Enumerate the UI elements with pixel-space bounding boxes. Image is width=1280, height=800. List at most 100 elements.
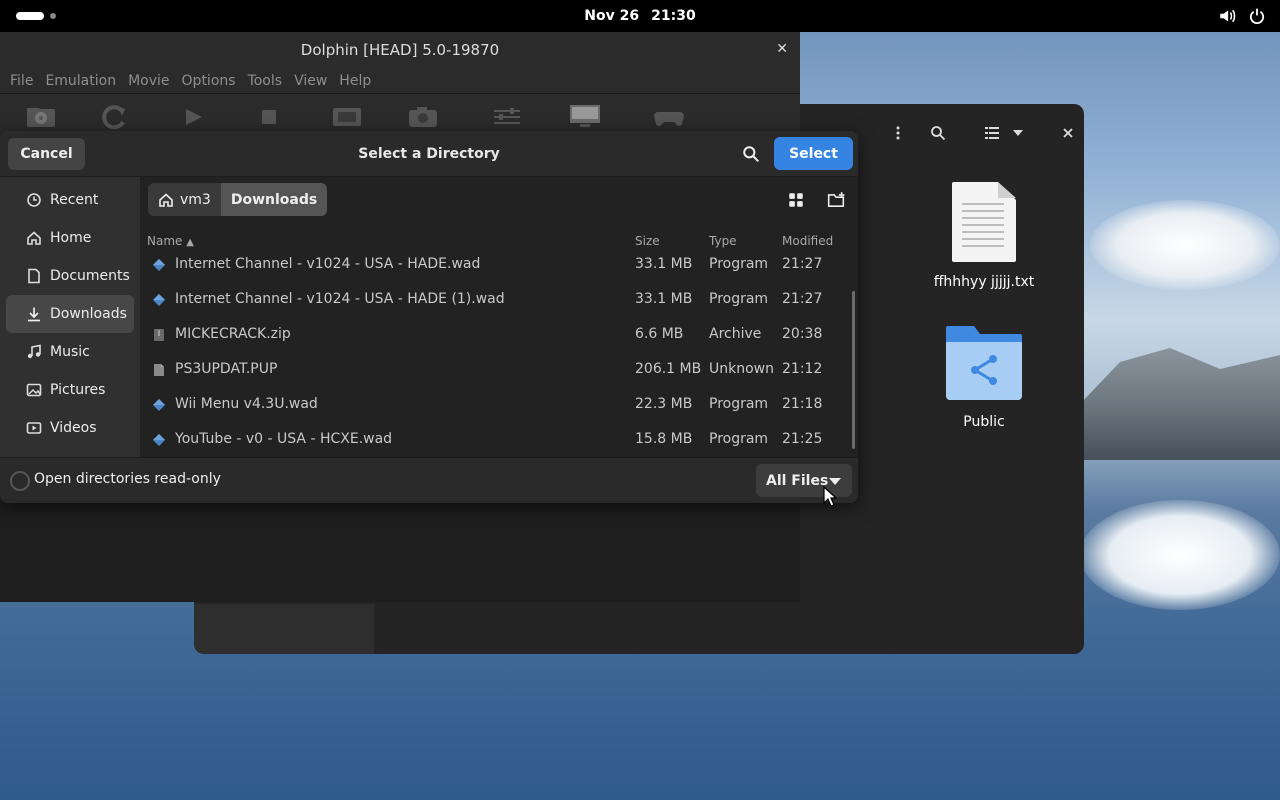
system-tray[interactable] <box>1218 7 1266 29</box>
menu-emulation[interactable]: Emulation <box>39 73 122 89</box>
dialog-header: Select a Directory Cancel Select <box>0 131 858 177</box>
sidebar-item-label: Pictures <box>50 382 106 398</box>
file-modified: 21:27 <box>782 291 823 307</box>
clock-time: 21:30 <box>651 8 696 24</box>
file-modified: 21:18 <box>782 396 823 412</box>
close-icon[interactable]: ✕ <box>776 41 788 57</box>
file-name: Internet Channel - v1024 - USA - HADE.wa… <box>175 256 481 272</box>
table-row[interactable]: Internet Channel - v1024 - USA - HADE.wa… <box>140 253 858 288</box>
sidebar-item-home[interactable]: Home <box>6 219 134 257</box>
breadcrumb: vm3 Downloads <box>148 183 328 216</box>
activities-button[interactable] <box>16 12 56 20</box>
document-icon <box>28 268 40 284</box>
file-list: Internet Channel - v1024 - USA - HADE.wa… <box>140 253 858 463</box>
file-type: Program <box>709 431 769 447</box>
search-icon[interactable] <box>736 139 766 169</box>
menu-options[interactable]: Options <box>176 73 242 89</box>
file-type: Archive <box>709 326 762 342</box>
breadcrumb-label: vm3 <box>180 191 211 208</box>
desktop-folder[interactable]: Public <box>929 320 1039 430</box>
sidebar-item-label: Home <box>50 230 92 246</box>
file-list-pane: vm3 Downloads Name ▲ Size Type Modified … <box>140 177 858 457</box>
select-button[interactable]: Select <box>774 137 853 170</box>
file-modified: 21:25 <box>782 431 823 447</box>
sidebar-item-label: Recent <box>50 192 99 208</box>
sidebar-item-pictures[interactable]: Pictures <box>6 371 134 409</box>
column-size[interactable]: Size <box>635 234 660 248</box>
file-filter-label: All Files <box>766 472 829 489</box>
video-icon <box>26 422 42 434</box>
table-row[interactable]: MICKECRACK.zip 6.6 MB Archive 20:38 <box>140 323 858 358</box>
clock-date: Nov 26 <box>584 8 640 24</box>
file-size: 33.1 MB <box>635 256 693 272</box>
menu-view[interactable]: View <box>288 73 333 89</box>
shared-folder-icon <box>946 326 1022 400</box>
picture-icon <box>26 383 42 397</box>
search-icon[interactable] <box>922 116 954 150</box>
home-icon <box>159 192 173 207</box>
download-icon <box>28 307 40 322</box>
column-modified[interactable]: Modified <box>782 234 833 248</box>
workspace-indicator-active <box>16 12 44 20</box>
sidebar-item-music[interactable]: Music <box>6 333 134 371</box>
file-size: 33.1 MB <box>635 291 693 307</box>
menu-kebab-icon[interactable] <box>882 116 914 150</box>
column-name[interactable]: Name ▲ <box>147 234 194 248</box>
files-sidebar <box>194 604 374 654</box>
column-header: Name ▲ Size Type Modified <box>140 229 858 253</box>
new-folder-icon[interactable] <box>825 189 847 211</box>
files-header-bar <box>854 110 1084 156</box>
music-icon <box>27 344 41 359</box>
menu-help[interactable]: Help <box>333 73 377 89</box>
dialog-title: Select a Directory <box>358 145 500 162</box>
view-options-chevron-down-icon[interactable] <box>1002 116 1034 150</box>
dolphin-title: Dolphin [HEAD] 5.0-19870 <box>300 41 500 59</box>
file-type: Program <box>709 396 769 412</box>
readonly-checkbox[interactable] <box>10 471 30 491</box>
file-size: 6.6 MB <box>635 326 684 342</box>
sidebar-item-videos[interactable]: Videos <box>6 409 134 447</box>
clock[interactable]: Nov 26 21:30 <box>584 8 695 24</box>
menu-file[interactable]: File <box>4 73 39 89</box>
breadcrumb-downloads[interactable]: Downloads <box>220 183 328 216</box>
file-filter-dropdown[interactable]: All Files <box>756 464 852 497</box>
table-row[interactable]: Wii Menu v4.3U.wad 22.3 MB Program 21:18 <box>140 393 858 428</box>
column-type[interactable]: Type <box>709 234 737 248</box>
sidebar-item-recent[interactable]: Recent <box>6 181 134 219</box>
grid-view-icon[interactable] <box>785 189 807 211</box>
sidebar-item-label: Music <box>50 344 90 360</box>
file-type: Program <box>709 291 769 307</box>
workspace-indicator <box>50 13 56 19</box>
table-row[interactable]: PS3UPDAT.PUP 206.1 MB Unknown 21:12 <box>140 358 858 393</box>
scrollbar[interactable] <box>852 291 855 449</box>
breadcrumb-home[interactable]: vm3 <box>148 183 221 216</box>
select-directory-dialog: Select a Directory Cancel Select Recent … <box>0 131 858 503</box>
wallpaper-mountain <box>1080 348 1280 460</box>
file-icon <box>154 364 164 376</box>
desktop-folder-label: Public <box>963 414 1005 430</box>
desktop-file[interactable]: ffhhhyy jjjjj.txt <box>929 180 1039 290</box>
menu-movie[interactable]: Movie <box>122 73 175 89</box>
file-type: Program <box>709 256 769 272</box>
sidebar-item-label: Videos <box>50 420 97 436</box>
dialog-footer: Open directories read-only All Files <box>0 457 858 503</box>
wallpaper-cloud <box>1090 200 1280 290</box>
menu-tools[interactable]: Tools <box>242 73 289 89</box>
dolphin-menubar: File Emulation Movie Options Tools View … <box>0 68 800 94</box>
volume-icon[interactable] <box>1218 7 1236 29</box>
sidebar-item-label: Downloads <box>50 306 127 322</box>
sidebar-item-downloads[interactable]: Downloads <box>6 295 134 333</box>
dolphin-titlebar[interactable]: Dolphin [HEAD] 5.0-19870 ✕ <box>0 32 800 68</box>
table-row[interactable]: Internet Channel - v1024 - USA - HADE (1… <box>140 288 858 323</box>
program-icon <box>153 259 165 271</box>
sidebar-item-label: Documents <box>50 268 130 284</box>
home-icon <box>27 231 41 245</box>
sidebar-item-documents[interactable]: Documents <box>6 257 134 295</box>
places-sidebar: Recent Home Documents Downloads Music Pi… <box>0 177 140 457</box>
file-name: YouTube - v0 - USA - HCXE.wad <box>175 431 393 447</box>
chevron-down-icon <box>829 478 841 485</box>
file-modified: 21:27 <box>782 256 823 272</box>
cancel-button[interactable]: Cancel <box>8 138 85 170</box>
close-icon[interactable] <box>1052 116 1084 150</box>
power-icon[interactable] <box>1248 7 1266 29</box>
